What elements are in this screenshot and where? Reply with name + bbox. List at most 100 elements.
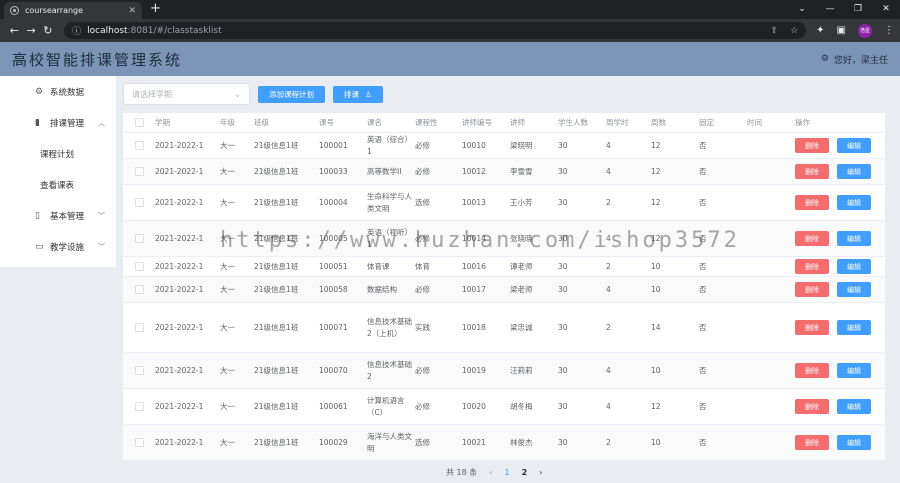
browser-tab[interactable]: coursearrange ✕ xyxy=(4,2,142,19)
user-greeting[interactable]: 您好，梁主任 xyxy=(834,53,888,66)
url-host: localhost xyxy=(87,25,128,36)
share-icon[interactable]: ⇪ xyxy=(771,26,779,36)
extensions-icon[interactable]: ✦ xyxy=(816,25,824,36)
edit-button[interactable]: 编辑 xyxy=(837,399,871,414)
user-area[interactable]: ⚙ 您好，梁主任 xyxy=(821,53,888,66)
cell-stu: 30 xyxy=(558,402,568,411)
chevron-down-icon: ⌄ xyxy=(234,89,241,99)
row-checkbox[interactable] xyxy=(123,323,155,332)
row-checkbox[interactable] xyxy=(123,438,155,447)
cell-cno: 100061 xyxy=(319,402,348,411)
delete-button[interactable]: 删除 xyxy=(795,231,829,246)
delete-button[interactable]: 删除 xyxy=(795,195,829,210)
row-checkbox[interactable] xyxy=(123,285,155,294)
column-header: 课程性 xyxy=(415,118,438,127)
prev-page-button[interactable]: ‹ xyxy=(489,468,492,477)
cell-weeks: 12 xyxy=(651,198,661,207)
edit-button[interactable]: 编辑 xyxy=(837,164,871,179)
sidebar-item-system-data[interactable]: ⚙ 系统数据 xyxy=(0,76,116,107)
site-info-icon[interactable]: ⓘ xyxy=(72,24,81,37)
delete-button[interactable]: 删除 xyxy=(795,399,829,414)
sidebar-item-facilities[interactable]: ▭ 教学设施 ﹀ xyxy=(0,231,116,262)
edit-button[interactable]: 编辑 xyxy=(837,282,871,297)
delete-button[interactable]: 删除 xyxy=(795,138,829,153)
url-input[interactable]: ⓘ localhost :8081/#/classtasklist ⇪ ☆ xyxy=(64,22,807,39)
cell-nature: 实践 xyxy=(415,323,430,332)
cell-stu: 30 xyxy=(558,198,568,207)
table-row: 2021-2022-1 大一 21级信息1班 100058 数据结构 必修 10017 梁老师… xyxy=(123,277,885,303)
row-checkbox[interactable] xyxy=(123,167,155,176)
cell-fixed: 否 xyxy=(699,198,707,207)
thumb-icon: ♙ xyxy=(365,89,372,99)
tab-search-icon[interactable]: ⌄ xyxy=(788,0,816,18)
table-row: 2021-2022-1 大一 21级信息1班 100001 英语（综合）1 必修 10010… xyxy=(123,133,885,159)
table-row: 2021-2022-1 大一 21级信息1班 100071 信息技术基础2（上机） 实践 1… xyxy=(123,303,885,353)
back-icon[interactable]: ← xyxy=(6,24,23,37)
cell-cno: 100029 xyxy=(319,438,348,447)
edit-button[interactable]: 编辑 xyxy=(837,195,871,210)
row-checkbox[interactable] xyxy=(123,198,155,207)
cell-cls: 21级信息1班 xyxy=(254,323,299,332)
cell-nature: 必修 xyxy=(415,141,430,150)
row-actions: 删除 编辑 xyxy=(795,320,885,335)
row-checkbox[interactable] xyxy=(123,366,155,375)
menu-kebab-icon[interactable]: ⋮ xyxy=(884,25,894,36)
url-path: :8081/#/classtasklist xyxy=(127,25,222,36)
sidepanel-icon[interactable]: ▣ xyxy=(837,25,846,36)
row-checkbox[interactable] xyxy=(123,262,155,271)
maximize-button[interactable]: ❐ xyxy=(844,0,872,18)
edit-button[interactable]: 编辑 xyxy=(837,363,871,378)
delete-button[interactable]: 删除 xyxy=(795,363,829,378)
cell-cls: 21级信息1班 xyxy=(254,366,299,375)
add-course-plan-button[interactable]: 添加课程计划 xyxy=(258,85,325,103)
cell-grade: 大一 xyxy=(220,285,235,294)
arrange-button[interactable]: 排课 ♙ xyxy=(333,85,383,103)
bookmark-star-icon[interactable]: ☆ xyxy=(790,26,798,36)
table-row: 2021-2022-1 大一 21级信息1班 100070 信息技术基础2 必修 10019… xyxy=(123,353,885,389)
sidebar-item-schedule-management[interactable]: ▮ 排课管理 ︿ xyxy=(0,107,116,138)
page-1-button[interactable]: 1 xyxy=(504,468,509,477)
edit-button[interactable]: 编辑 xyxy=(837,435,871,450)
reload-icon[interactable]: ↻ xyxy=(39,24,56,37)
delete-button[interactable]: 删除 xyxy=(795,435,829,450)
cell-name: 生命科学与人类文明 xyxy=(367,191,412,213)
gear-icon[interactable]: ⚙ xyxy=(821,54,829,64)
sidebar-item-label: 基本管理 xyxy=(50,211,85,222)
sidebar-item-basic-management[interactable]: ▯ 基本管理 ﹀ xyxy=(0,200,116,231)
row-checkbox[interactable] xyxy=(123,402,155,411)
row-checkbox[interactable] xyxy=(123,141,155,150)
delete-button[interactable]: 删除 xyxy=(795,320,829,335)
edit-button[interactable]: 编辑 xyxy=(837,231,871,246)
row-checkbox[interactable] xyxy=(123,234,155,243)
edit-button[interactable]: 编辑 xyxy=(837,138,871,153)
profile-avatar[interactable]: 浩星 xyxy=(858,23,872,38)
delete-button[interactable]: 删除 xyxy=(795,164,829,179)
close-tab-icon[interactable]: ✕ xyxy=(128,6,136,16)
close-window-button[interactable]: ✕ xyxy=(872,0,900,18)
delete-button[interactable]: 删除 xyxy=(795,282,829,297)
cell-cno: 100058 xyxy=(319,285,348,294)
page-2-button[interactable]: 2 xyxy=(522,468,528,477)
cell-stu: 30 xyxy=(558,366,568,375)
cell-weeks: 12 xyxy=(651,167,661,176)
cell-weekh: 4 xyxy=(606,402,611,411)
delete-button[interactable]: 删除 xyxy=(795,259,829,274)
minimize-button[interactable]: — xyxy=(816,0,844,18)
select-all-checkbox[interactable] xyxy=(123,118,155,127)
term-select[interactable]: 请选择学期 ⌄ xyxy=(123,83,250,105)
sidebar-item-view-timetable[interactable]: 查看课表 xyxy=(0,169,116,200)
column-header: 班级 xyxy=(254,118,269,127)
edit-button[interactable]: 编辑 xyxy=(837,259,871,274)
cell-cno: 100051 xyxy=(319,262,348,271)
next-page-button[interactable]: › xyxy=(539,468,542,477)
edit-button[interactable]: 编辑 xyxy=(837,320,871,335)
globe-icon xyxy=(10,6,19,15)
column-header: 学生人数 xyxy=(558,118,588,127)
forward-icon[interactable]: → xyxy=(23,24,40,37)
browser-tabbar: coursearrange ✕ + ⌄ — ❐ ✕ xyxy=(0,0,900,19)
sidebar-item-course-plan[interactable]: 课程计划 xyxy=(0,138,116,169)
cell-fixed: 否 xyxy=(699,167,707,176)
new-tab-button[interactable]: + xyxy=(150,2,161,16)
cell-nature: 必修 xyxy=(415,234,430,243)
column-header: 学期 xyxy=(155,118,170,127)
